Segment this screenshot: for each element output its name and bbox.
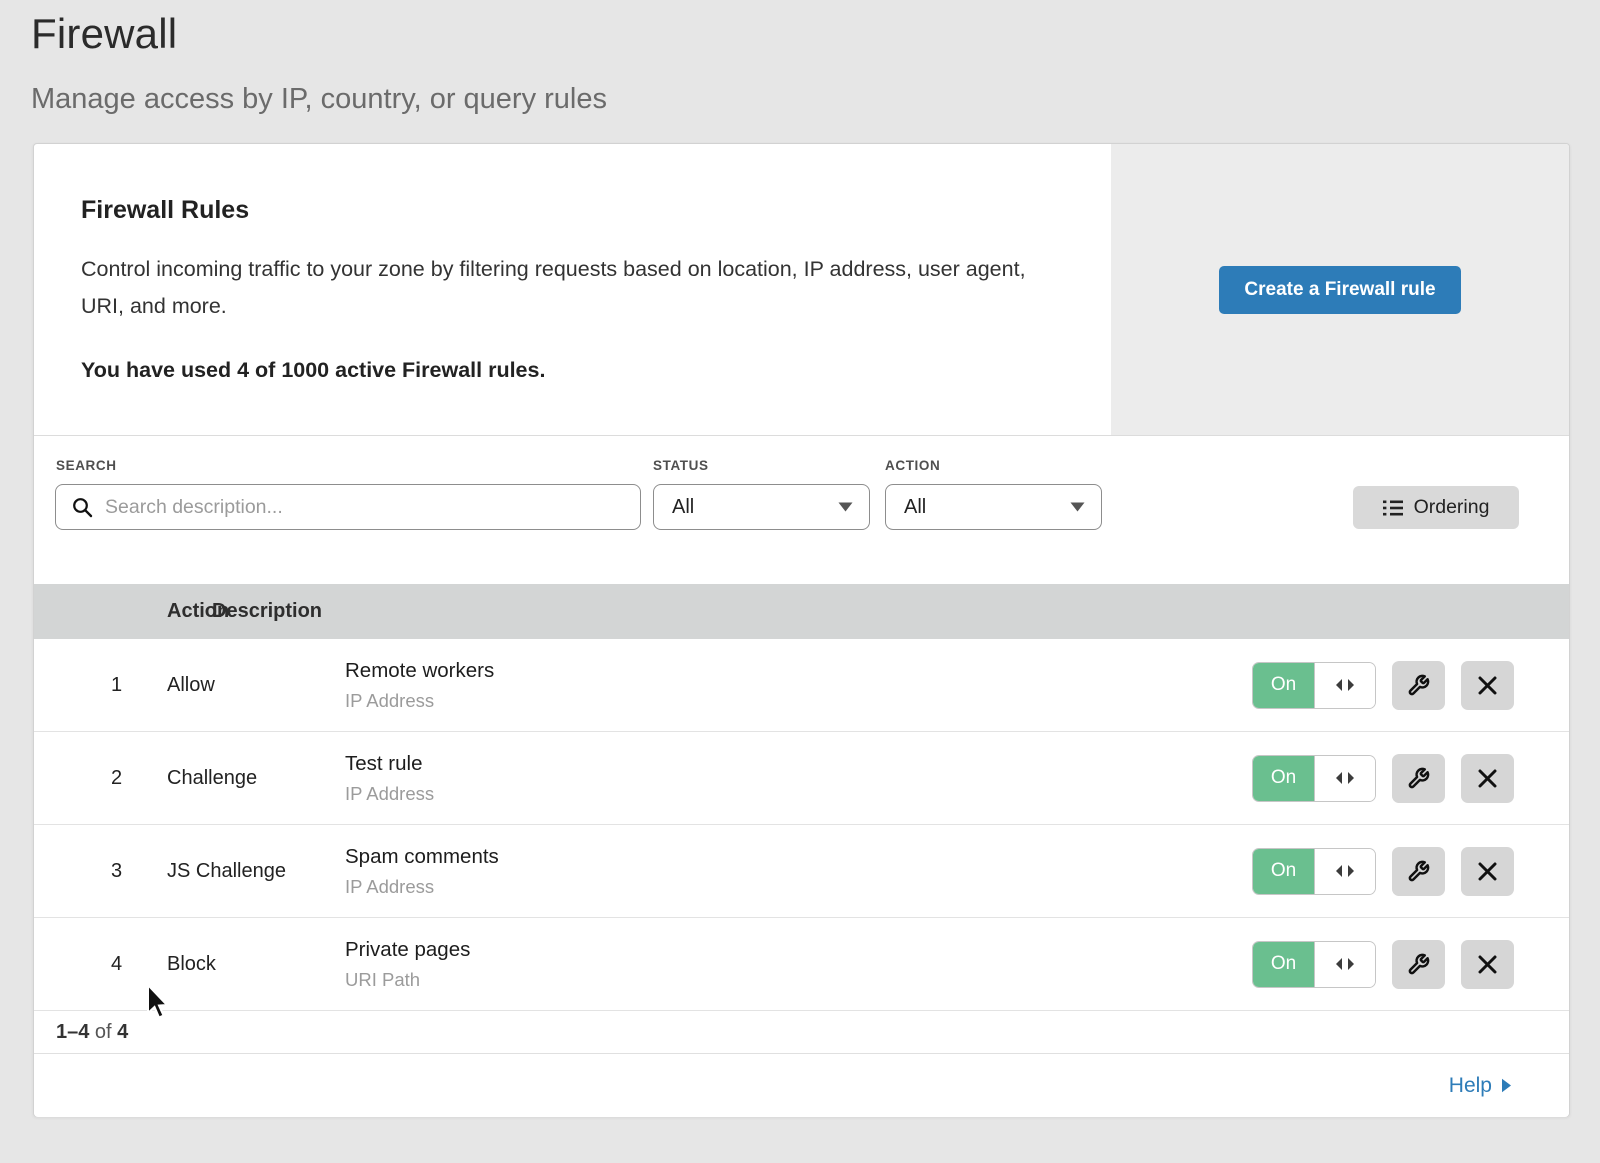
column-header-description: Description <box>212 600 322 623</box>
close-icon <box>1478 862 1497 881</box>
rule-description-cell: Test rule IP Address <box>345 752 434 805</box>
rule-description: Test rule <box>345 752 434 776</box>
rule-controls: On <box>1252 847 1514 896</box>
search-box[interactable] <box>55 484 641 530</box>
rule-controls: On <box>1252 754 1514 803</box>
page-header: Firewall Manage access by IP, country, o… <box>0 0 1600 116</box>
rule-controls: On <box>1252 661 1514 710</box>
card-top-section: Firewall Rules Control incoming traffic … <box>34 144 1569 436</box>
left-right-arrows-icon <box>1314 663 1375 708</box>
delete-rule-button[interactable] <box>1461 754 1514 803</box>
chevron-down-icon <box>1070 502 1085 512</box>
rule-priority: 2 <box>34 767 167 790</box>
toggle-state-label: On <box>1253 663 1314 708</box>
close-icon <box>1478 676 1497 695</box>
rule-priority: 1 <box>34 674 167 697</box>
rule-description: Spam comments <box>345 845 499 869</box>
pagination-total: 4 <box>117 1021 128 1044</box>
rule-action: Allow <box>167 674 345 697</box>
pagination-of: of <box>89 1021 117 1044</box>
edit-rule-button[interactable] <box>1392 661 1445 710</box>
close-icon <box>1478 769 1497 788</box>
pagination: 1–4 of 4 <box>34 1011 1569 1054</box>
rule-description-cell: Spam comments IP Address <box>345 845 499 898</box>
rule-priority: 3 <box>34 860 167 883</box>
card-footer: Help <box>34 1054 1569 1117</box>
toggle-state-label: On <box>1253 756 1314 801</box>
delete-rule-button[interactable] <box>1461 661 1514 710</box>
left-right-arrows-icon <box>1314 756 1375 801</box>
help-link[interactable]: Help <box>1449 1074 1512 1098</box>
rule-field: IP Address <box>345 876 499 898</box>
table-row: 2 Challenge Test rule IP Address On <box>34 732 1569 825</box>
rule-action: Block <box>167 953 345 976</box>
rule-description: Private pages <box>345 938 470 962</box>
page-title: Firewall <box>31 10 1600 58</box>
wrench-icon <box>1407 860 1430 883</box>
delete-rule-button[interactable] <box>1461 847 1514 896</box>
rule-toggle[interactable]: On <box>1252 941 1376 988</box>
card-intro: Firewall Rules Control incoming traffic … <box>34 144 1034 383</box>
table-row: 3 JS Challenge Spam comments IP Address … <box>34 825 1569 918</box>
rule-toggle[interactable]: On <box>1252 848 1376 895</box>
rule-priority: 4 <box>34 953 167 976</box>
create-firewall-rule-button[interactable]: Create a Firewall rule <box>1219 266 1460 314</box>
ordered-list-icon <box>1383 499 1403 517</box>
rule-description: Remote workers <box>345 659 494 683</box>
left-right-arrows-icon <box>1314 942 1375 987</box>
action-label: ACTION <box>885 458 940 473</box>
page-subtitle: Manage access by IP, country, or query r… <box>31 83 1600 116</box>
search-label: SEARCH <box>56 458 117 473</box>
filters-bar: SEARCH STATUS All ACTION All <box>34 436 1569 584</box>
status-select-value: All <box>672 496 694 519</box>
table-row: 1 Allow Remote workers IP Address On <box>34 639 1569 732</box>
left-right-arrows-icon <box>1314 849 1375 894</box>
wrench-icon <box>1407 674 1430 697</box>
edit-rule-button[interactable] <box>1392 940 1445 989</box>
edit-rule-button[interactable] <box>1392 847 1445 896</box>
close-icon <box>1478 955 1497 974</box>
search-input[interactable] <box>105 485 640 529</box>
action-select-value: All <box>904 496 926 519</box>
wrench-icon <box>1407 767 1430 790</box>
table-row: 4 Block Private pages URI Path On <box>34 918 1569 1011</box>
rules-list: 1 Allow Remote workers IP Address On <box>34 639 1569 1011</box>
create-rule-panel: Create a Firewall rule <box>1111 144 1569 435</box>
rule-field: IP Address <box>345 690 494 712</box>
column-header-action: Action <box>34 600 212 623</box>
table-header: Action Description <box>34 584 1569 639</box>
toggle-state-label: On <box>1253 849 1314 894</box>
search-icon <box>72 497 93 518</box>
rule-controls: On <box>1252 940 1514 989</box>
status-select[interactable]: All <box>653 484 870 530</box>
card-description: Control incoming traffic to your zone by… <box>81 251 1031 325</box>
rule-field: URI Path <box>345 969 470 991</box>
pagination-range: 1–4 <box>56 1021 89 1044</box>
toggle-state-label: On <box>1253 942 1314 987</box>
rule-toggle[interactable]: On <box>1252 755 1376 802</box>
ordering-button-label: Ordering <box>1414 496 1490 519</box>
status-label: STATUS <box>653 458 709 473</box>
help-link-label: Help <box>1449 1074 1492 1098</box>
ordering-button[interactable]: Ordering <box>1353 486 1519 529</box>
rule-action: Challenge <box>167 767 345 790</box>
action-select[interactable]: All <box>885 484 1102 530</box>
chevron-down-icon <box>838 502 853 512</box>
edit-rule-button[interactable] <box>1392 754 1445 803</box>
right-triangle-icon <box>1501 1078 1512 1093</box>
rule-toggle[interactable]: On <box>1252 662 1376 709</box>
card-heading: Firewall Rules <box>81 196 1034 225</box>
usage-note: You have used 4 of 1000 active Firewall … <box>81 358 1034 383</box>
firewall-rules-card: Firewall Rules Control incoming traffic … <box>33 143 1570 1117</box>
delete-rule-button[interactable] <box>1461 940 1514 989</box>
wrench-icon <box>1407 953 1430 976</box>
rule-description-cell: Remote workers IP Address <box>345 659 494 712</box>
rule-action: JS Challenge <box>167 860 345 883</box>
rule-field: IP Address <box>345 783 434 805</box>
rule-description-cell: Private pages URI Path <box>345 938 470 991</box>
